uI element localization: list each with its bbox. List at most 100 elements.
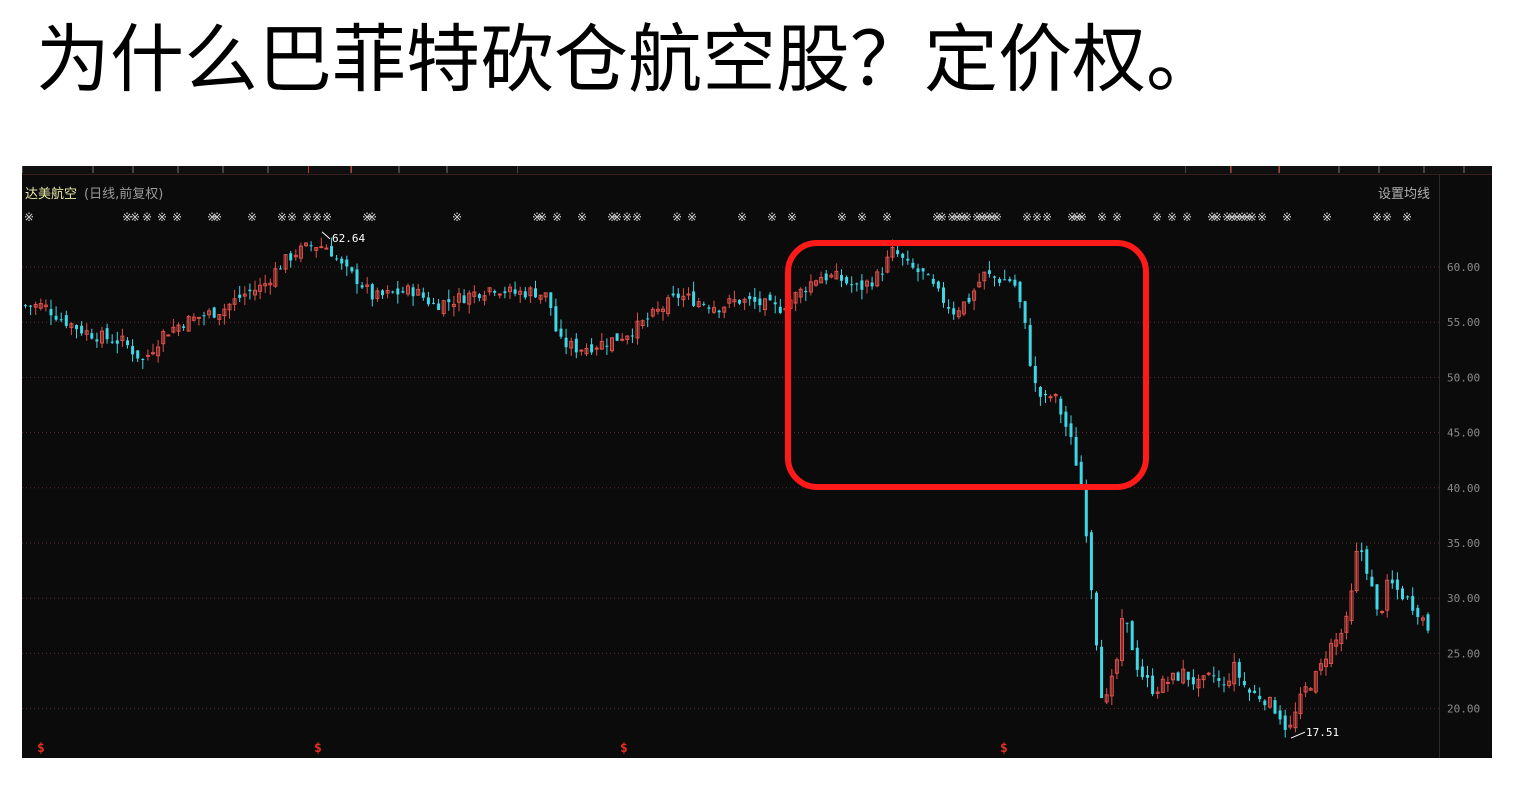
candle-body-down [131, 346, 135, 355]
event-marker-icon: ※ [1372, 210, 1382, 224]
event-marker-icon: ※ [212, 210, 222, 224]
candle-body-down [350, 267, 354, 272]
candle-body-down [717, 310, 721, 313]
y-tick-label: 60.00 [1447, 261, 1480, 274]
candle-body-down [1370, 576, 1374, 587]
candle-body-down [345, 259, 349, 267]
candle-body-down [1217, 678, 1221, 681]
candle-body-down [330, 246, 333, 257]
slide-title: 为什么巴菲特砍仓航空股？定价权。 [36, 17, 1220, 103]
event-marker-icon: ※ [1097, 210, 1107, 224]
candle-body-down [748, 296, 752, 300]
candle-body-down [54, 315, 58, 320]
y-tick-label: 20.00 [1447, 703, 1480, 716]
event-marker-icon: ※ [857, 210, 867, 224]
event-marker-icon: ※ [992, 210, 1002, 224]
candle-body-down [90, 333, 94, 339]
candle-body-down [64, 315, 68, 326]
candle-body-down [554, 306, 558, 332]
event-marker-icon: ※ [247, 210, 257, 224]
candle-body-down [564, 337, 568, 348]
candle-body-down [753, 296, 757, 302]
candle-body-down [447, 299, 451, 303]
candle-body-down [523, 291, 527, 298]
candle-body-down [462, 295, 466, 303]
event-marker-icon: ※ [622, 210, 632, 224]
candle-body-down [335, 258, 339, 260]
event-marker-icon: ※ [937, 210, 947, 224]
event-marker-icon: ※ [1402, 210, 1412, 224]
event-marker-icon: ※ [157, 210, 167, 224]
candle-body-down [279, 268, 282, 270]
event-marker-icon: ※ [130, 210, 140, 224]
candle-body-down [1375, 584, 1379, 610]
candle-body-down [702, 303, 706, 305]
candle-body-down [1135, 647, 1139, 670]
candle-body-down [1140, 666, 1144, 678]
candle-body-up [196, 316, 201, 319]
event-marker-icon: ※ [767, 210, 777, 224]
candle-body-down [75, 325, 78, 330]
candle-body-down [1365, 549, 1369, 574]
candle-body-down [513, 289, 517, 294]
event-marker-icon: ※ [287, 210, 297, 224]
candle-body-down [309, 245, 313, 247]
candle-body-down [238, 294, 242, 298]
candle-body-down [126, 340, 129, 346]
candle-body-down [615, 333, 619, 341]
high-marker-label: 62.64 [332, 232, 365, 245]
event-marker-icon: ※ [537, 210, 547, 224]
candle-body-down [381, 290, 384, 296]
candle-body-down [1242, 680, 1246, 686]
candle-body-down [1186, 671, 1190, 680]
candle-body-down [391, 291, 395, 293]
candle-body-down [1395, 579, 1399, 590]
candle-body-down [707, 307, 711, 309]
candle-body-down [59, 319, 63, 321]
candle-body-down [1212, 675, 1216, 677]
event-marker-icon: ※ [1112, 210, 1122, 224]
candle-body-down [248, 289, 252, 292]
candle-body-down [426, 297, 430, 305]
event-marker-icon: ※ [452, 210, 462, 224]
candle-body-down [212, 307, 216, 318]
event-marker-icon: ※ [367, 210, 377, 224]
candle-body-down [1248, 689, 1251, 693]
candle-body-down [773, 302, 777, 305]
dividend-marker-icon: $ [37, 741, 45, 756]
event-marker-icon: ※ [302, 210, 312, 224]
candle-body-down [590, 344, 594, 353]
high-marker-arrow [321, 231, 331, 240]
event-marker-icon: ※ [1077, 210, 1087, 224]
event-marker-icon: ※ [1022, 210, 1032, 224]
candle-body-down [605, 345, 609, 347]
candle-body-down [1100, 646, 1104, 698]
candle-body-down [1151, 675, 1155, 695]
candle-body-down [1191, 677, 1195, 685]
low-marker-label: 17.51 [1306, 726, 1339, 739]
event-marker-icon: ※ [1247, 210, 1257, 224]
candle-body-down [360, 285, 364, 288]
event-marker-icon: ※ [577, 210, 587, 224]
event-marker-icon: ※ [24, 210, 34, 224]
candle-body-down [1278, 710, 1282, 720]
candle-body-down [105, 328, 109, 340]
dividend-marker-icon: $ [314, 741, 322, 756]
candle-body-down [758, 298, 762, 306]
candle-body-down [136, 350, 140, 359]
candlestick-plot: 20.00 25.00 30.00 35.00 40.00 45.00 50.00 55.00… [22, 210, 1480, 756]
candle-body-down [80, 325, 84, 334]
event-marker-icon: ※ [1182, 210, 1192, 224]
candle-body-down [1130, 621, 1134, 651]
candle-body-down [1176, 672, 1180, 681]
candle-body-down [503, 291, 507, 294]
event-marker-icon: ※ [687, 210, 697, 224]
candle-body-down [1084, 487, 1088, 537]
candle-body-down [1411, 596, 1415, 611]
event-marker-icon: ※ [672, 210, 682, 224]
candle-body-down [534, 288, 537, 298]
candle-body-down [289, 253, 293, 261]
candle-body-down [1095, 592, 1098, 646]
dividend-marker-icon: $ [620, 741, 628, 756]
candle-body-down [29, 305, 33, 307]
